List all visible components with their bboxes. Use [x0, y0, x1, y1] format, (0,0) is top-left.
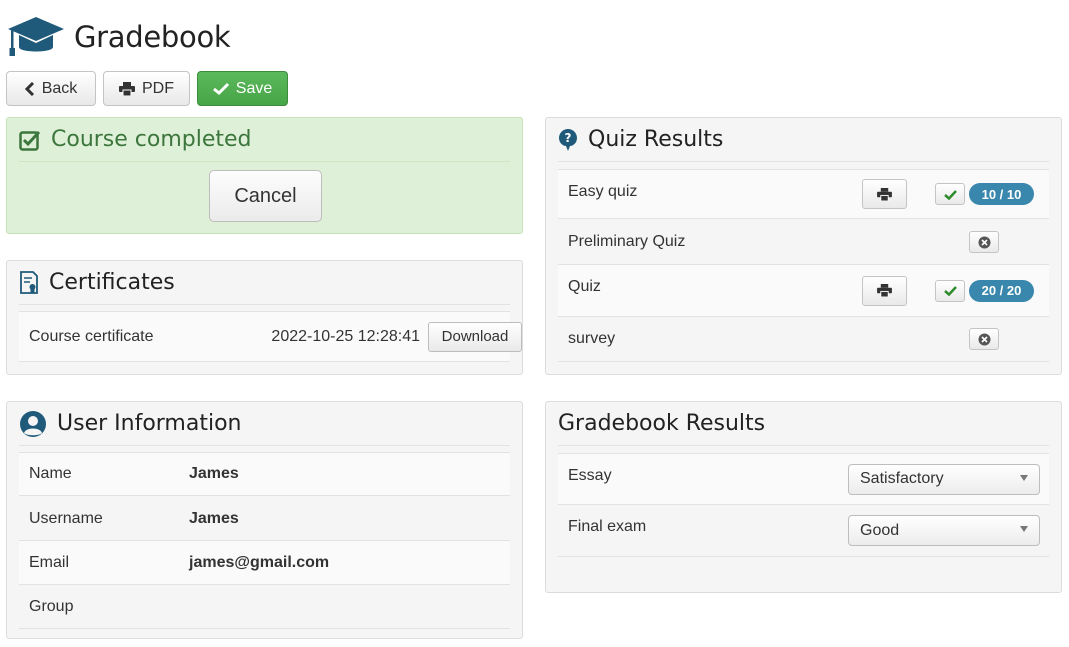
gradebook-row: Final exam Good	[558, 505, 1049, 557]
checkbox-checked-icon	[19, 130, 41, 151]
chevron-left-icon	[24, 81, 34, 96]
passed-check-button[interactable]	[935, 183, 965, 205]
pdf-button[interactable]: PDF	[103, 71, 190, 106]
certificate-row: Course certificate 2022-10-25 12:28:41 D…	[19, 311, 522, 362]
user-information-header: User Information	[19, 402, 510, 446]
user-label: Name	[29, 465, 72, 482]
quiz-name: survey	[568, 330, 616, 347]
score-badge: 20 / 20	[969, 279, 1034, 302]
printer-icon	[877, 187, 892, 201]
print-button[interactable]	[862, 275, 907, 306]
question-badge-icon: ?	[559, 128, 577, 151]
certificates-header: Certificates	[19, 261, 510, 305]
graduation-cap-icon	[8, 17, 64, 56]
quiz-results-header: ? Quiz Results	[558, 118, 1049, 162]
print-button[interactable]	[862, 179, 907, 209]
quiz-row: Preliminary Quiz	[558, 220, 1049, 265]
gradebook-results-title: Gradebook Results	[558, 411, 766, 436]
user-label: Username	[29, 509, 103, 527]
quiz-results-panel: ? Quiz Results Easy quiz 10 / 10 Prelimi…	[545, 117, 1062, 375]
quiz-name: Quiz	[568, 278, 601, 295]
page-header: Gradebook	[6, 12, 231, 62]
back-label: Back	[41, 79, 78, 97]
printer-icon	[119, 81, 135, 96]
user-row-username: Username James	[19, 497, 510, 541]
user-icon	[20, 410, 46, 437]
certificate-icon	[20, 270, 38, 294]
caret-down-icon	[1020, 474, 1028, 481]
not-attempted-button[interactable]	[969, 328, 999, 350]
course-status-header: Course completed	[19, 118, 510, 162]
close-circle-icon	[978, 236, 990, 248]
toolbar: Back PDF Save	[6, 71, 288, 106]
grade-select[interactable]: Satisfactory	[848, 463, 1040, 495]
download-button[interactable]: Download	[428, 321, 522, 352]
quiz-row: survey	[558, 317, 1049, 362]
pdf-label: PDF	[142, 79, 174, 97]
quiz-name: Easy quiz	[568, 183, 638, 200]
user-value: James	[189, 465, 239, 482]
save-label: Save	[235, 79, 273, 97]
gradebook-results-panel: Gradebook Results Essay Satisfactory Fin…	[545, 401, 1062, 593]
gradebook-row: Essay Satisfactory	[558, 453, 1049, 505]
grade-select[interactable]: Good	[848, 515, 1040, 546]
check-icon	[212, 82, 229, 95]
check-icon	[943, 286, 957, 296]
close-circle-icon	[978, 333, 990, 345]
page-title: Gradebook	[74, 20, 231, 54]
printer-icon	[877, 284, 892, 297]
quiz-results-title: Quiz Results	[588, 127, 724, 152]
course-status-panel: Course completed Cancel	[6, 117, 523, 234]
quiz-row: Quiz 20 / 20	[558, 265, 1049, 317]
gradebook-label: Final exam	[568, 518, 647, 535]
certificates-title: Certificates	[49, 270, 175, 295]
certificates-panel: Certificates Course certificate 2022-10-…	[6, 260, 523, 375]
cancel-button[interactable]: Cancel	[209, 170, 322, 222]
course-status-title: Course completed	[51, 127, 252, 152]
passed-check-button[interactable]	[935, 279, 965, 302]
quiz-row: Easy quiz 10 / 10	[558, 169, 1049, 219]
user-row-group: Group	[19, 585, 510, 629]
user-row-name: Name James	[19, 452, 510, 496]
user-label: Group	[29, 597, 74, 615]
gradebook-results-header: Gradebook Results	[558, 402, 1049, 446]
quiz-name: Preliminary Quiz	[568, 233, 686, 250]
not-attempted-button[interactable]	[969, 231, 999, 253]
user-row-email: Email james@gmail.com	[19, 541, 510, 585]
user-value: james@gmail.com	[189, 553, 330, 571]
grade-select-value: Good	[860, 521, 900, 539]
caret-down-icon	[1020, 526, 1028, 532]
certificate-date: 2022-10-25 12:28:41	[271, 327, 420, 345]
user-label: Email	[29, 553, 70, 571]
grade-select-value: Satisfactory	[860, 470, 944, 487]
save-button[interactable]: Save	[197, 71, 288, 106]
check-icon	[943, 189, 957, 200]
user-information-title: User Information	[57, 411, 242, 436]
gradebook-label: Essay	[568, 467, 612, 484]
user-value: James	[189, 509, 239, 527]
certificate-name: Course certificate	[29, 327, 154, 345]
svg-text:?: ?	[565, 131, 572, 145]
back-button[interactable]: Back	[6, 71, 96, 106]
user-information-panel: User Information Name James Username Jam…	[6, 401, 523, 639]
score-badge: 10 / 10	[969, 183, 1034, 205]
